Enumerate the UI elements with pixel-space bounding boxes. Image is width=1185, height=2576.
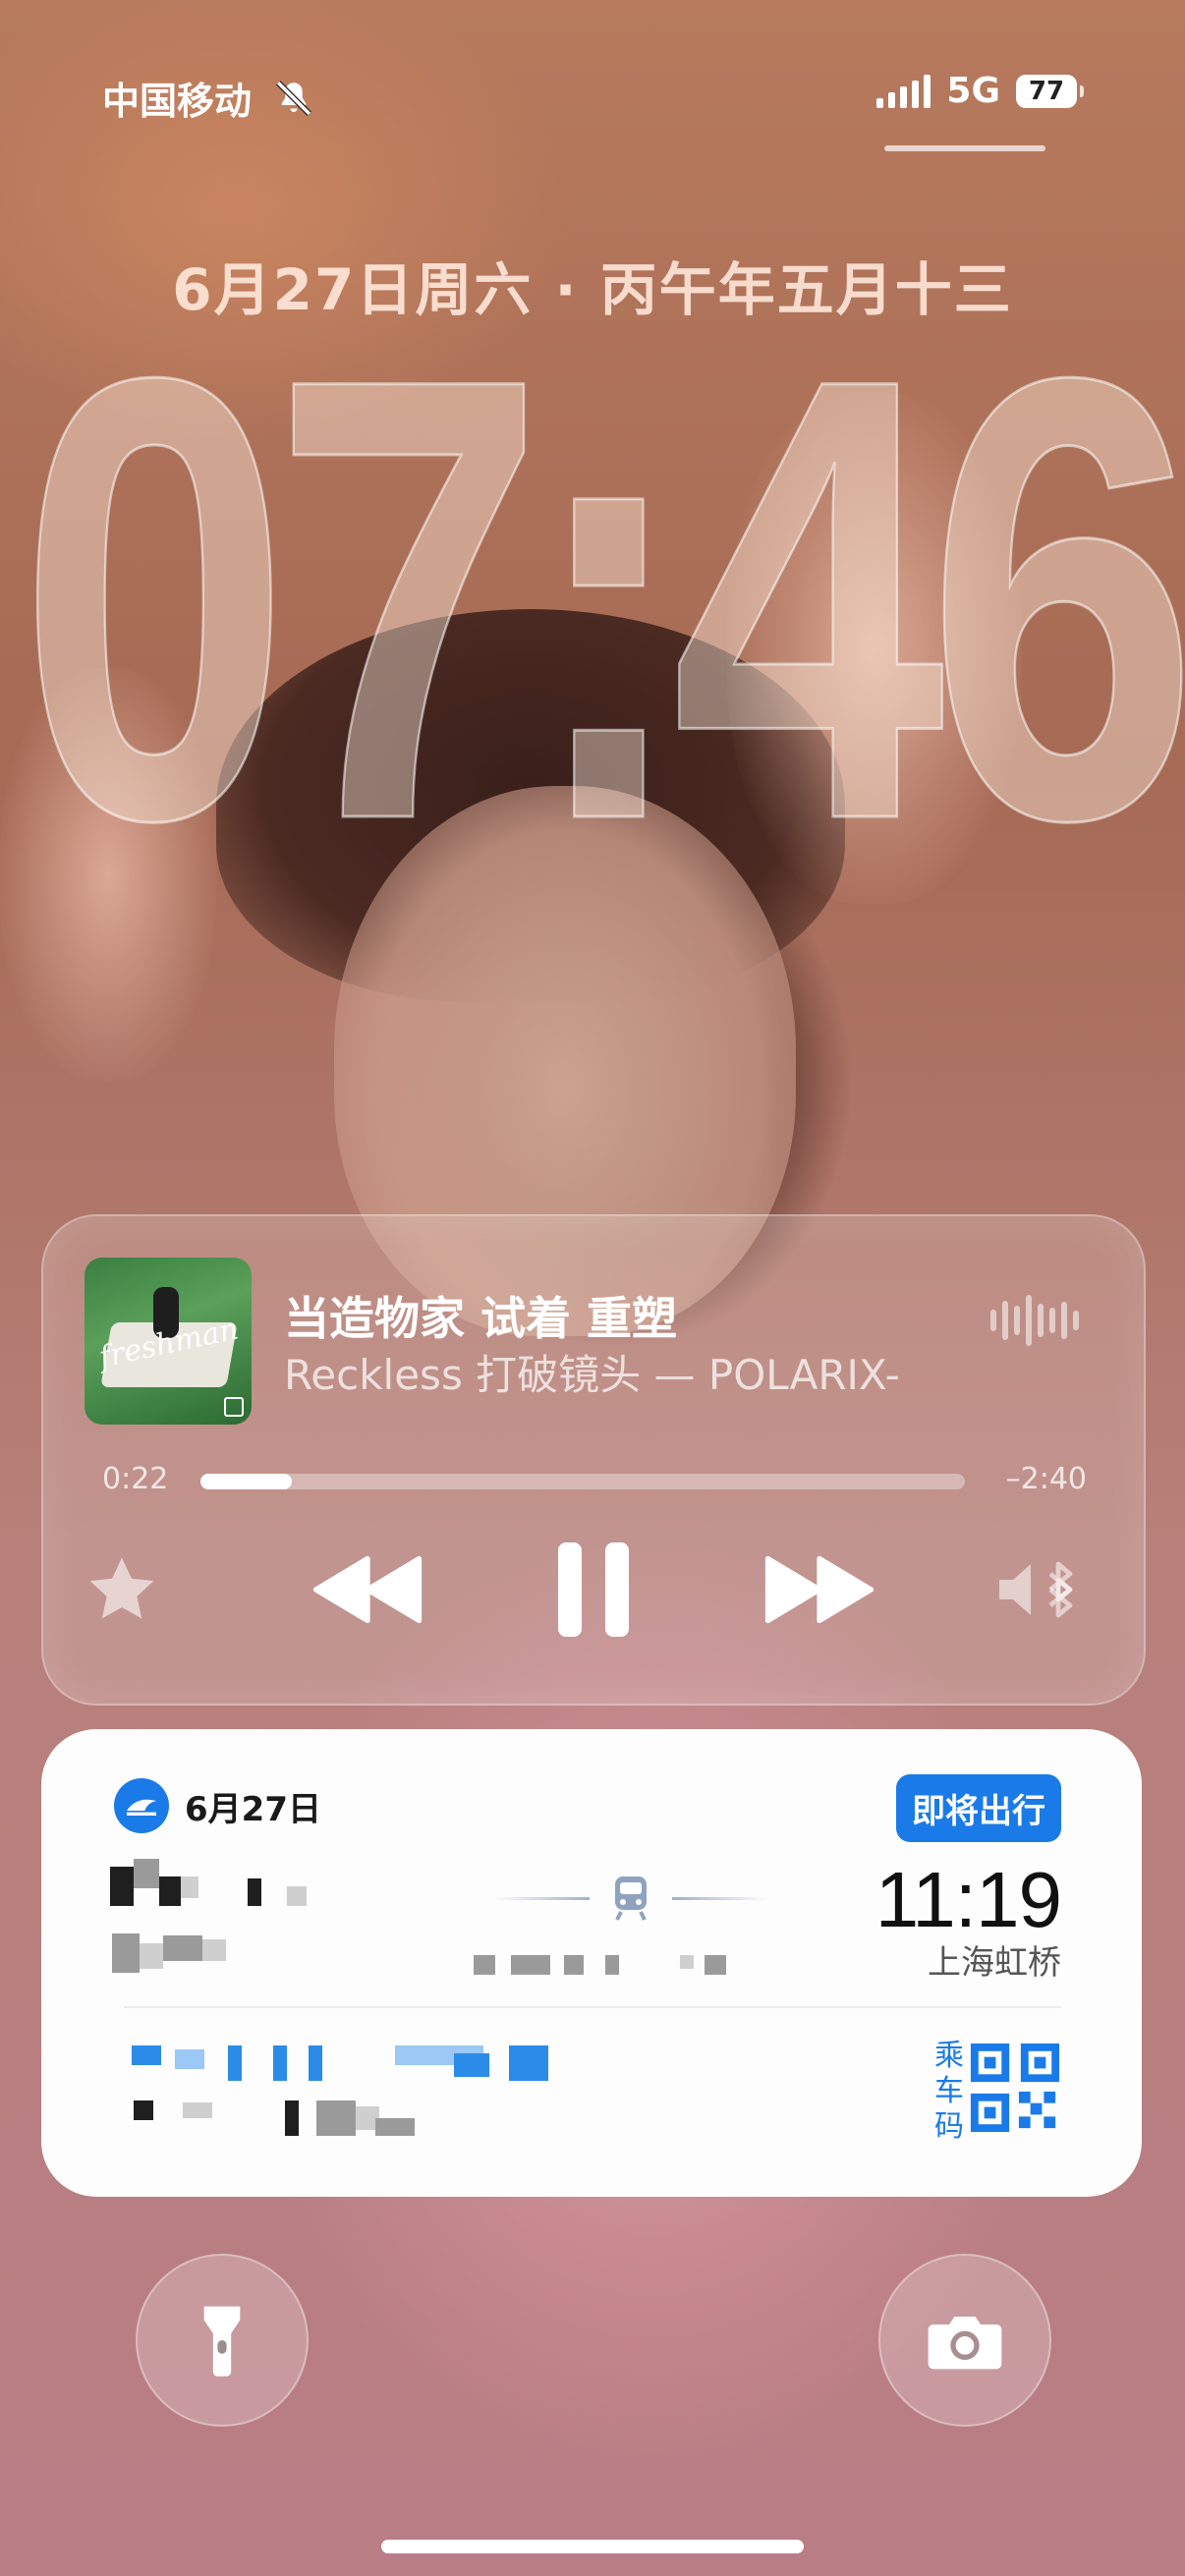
carrier-name: 中国移动	[102, 80, 253, 123]
audio-waveform-icon[interactable]	[990, 1295, 1079, 1346]
redacted-block	[564, 1955, 584, 1975]
pause-button[interactable]	[535, 1531, 652, 1649]
redacted-block	[316, 2100, 356, 2136]
trip-divider	[124, 2006, 1061, 2008]
redacted-block	[163, 1935, 202, 1961]
camera-button[interactable]	[878, 2254, 1051, 2427]
train-icon	[615, 1876, 647, 1921]
arrival-time: 11:19	[875, 1856, 1062, 1943]
trip-date: 6月27日	[185, 1789, 321, 1829]
redacted-block	[273, 2045, 287, 2081]
trip-status-badge: 即将出行	[896, 1774, 1061, 1842]
redacted-block	[509, 2045, 548, 2081]
redacted-block	[134, 1859, 159, 1888]
redacted-block	[140, 1943, 163, 1969]
redacted-block	[605, 1955, 619, 1975]
battery-icon: 77	[1016, 74, 1084, 108]
elapsed-time: 0:22	[102, 1462, 169, 1496]
playback-progress-bar[interactable]	[200, 1474, 965, 1489]
cellular-signal-icon	[876, 74, 931, 108]
star-icon	[89, 1557, 154, 1619]
fast-forward-icon	[764, 1555, 875, 1624]
redacted-block	[228, 2045, 242, 2081]
redacted-block	[309, 2045, 322, 2081]
rewind-button[interactable]	[309, 1531, 426, 1649]
speaker-bluetooth-icon	[999, 1561, 1073, 1618]
redacted-block	[511, 1955, 550, 1975]
rewind-icon	[312, 1555, 423, 1624]
home-indicator[interactable]	[381, 2540, 804, 2553]
flashlight-button[interactable]	[136, 2254, 309, 2427]
favorite-button[interactable]	[73, 1531, 171, 1649]
audio-output-button[interactable]	[988, 1531, 1097, 1649]
ride-code-label[interactable]: 乘车码	[931, 2039, 967, 2145]
redacted-departure-station	[112, 1933, 140, 1973]
fast-forward-button[interactable]	[761, 1531, 878, 1649]
song-artist-album: Reckless 打破镜头 — POLARIX-	[284, 1351, 900, 1399]
song-title: 当造物家 试着 重塑	[284, 1292, 678, 1345]
pause-icon	[558, 1542, 629, 1637]
redacted-block	[175, 2049, 204, 2069]
album-art-logo-icon	[224, 1397, 244, 1417]
railway-logo-icon	[114, 1778, 169, 1833]
redacted-block	[183, 2102, 212, 2118]
network-type: 5G	[946, 71, 1000, 111]
redacted-block	[454, 2053, 489, 2077]
status-bar-left: 中国移动	[102, 71, 314, 125]
control-center-handle[interactable]	[884, 145, 1045, 151]
redacted-block	[375, 2118, 415, 2136]
album-art[interactable]: freshman	[85, 1258, 252, 1425]
redacted-block	[287, 1886, 307, 1906]
flashlight-icon	[203, 2306, 241, 2377]
now-playing-widget[interactable]: freshman 当造物家 试着 重塑 Reckless 打破镜头 — POLA…	[41, 1214, 1146, 1706]
redacted-departure-time	[110, 1867, 134, 1906]
redacted-seat-info	[132, 2045, 161, 2065]
redacted-block	[705, 1955, 726, 1975]
remaining-time: –2:40	[1005, 1462, 1087, 1496]
camera-icon	[928, 2317, 1002, 2370]
playback-progress-fill	[200, 1474, 293, 1489]
qr-code-icon[interactable]	[969, 2042, 1061, 2134]
bell-slash-icon	[276, 80, 311, 116]
redacted-block	[202, 1939, 226, 1961]
train-trip-widget[interactable]: 6月27日 即将出行 11:19 上海虹桥 乘车码	[41, 1729, 1142, 2197]
lock-clock: 07:46	[17, 248, 1185, 950]
arrival-station: 上海虹桥	[928, 1943, 1061, 1983]
redacted-passenger	[134, 2100, 153, 2120]
redacted-block	[181, 1876, 198, 1898]
redacted-block	[680, 1955, 694, 1969]
trip-date-row: 6月27日	[114, 1778, 321, 1833]
battery-level: 77	[1028, 76, 1065, 106]
redacted-block	[248, 1878, 261, 1906]
redacted-block	[285, 2100, 299, 2136]
redacted-train-number	[474, 1955, 495, 1975]
train-route-line	[493, 1876, 768, 1921]
status-bar-right: 5G 77	[876, 71, 1084, 111]
redacted-block	[159, 1876, 181, 1906]
